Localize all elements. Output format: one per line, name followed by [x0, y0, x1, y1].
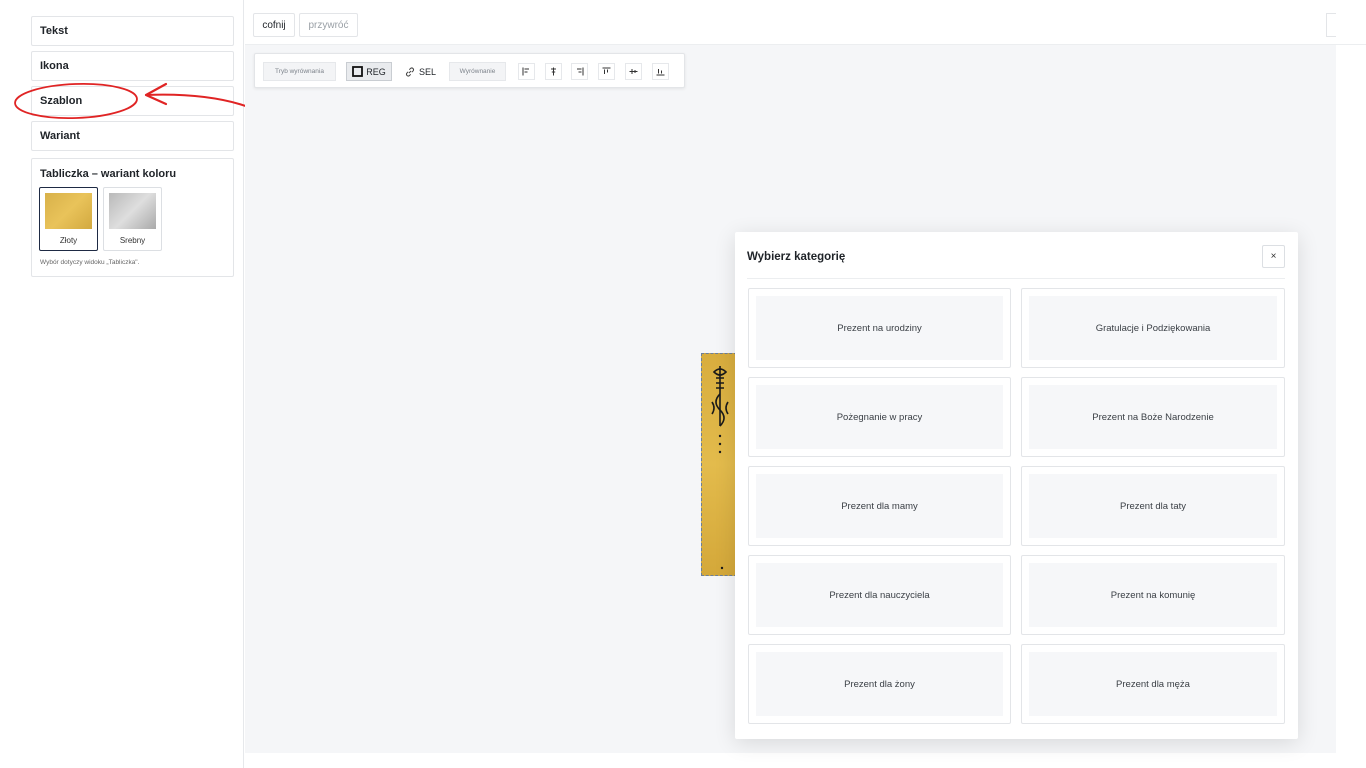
sidebar: Tekst Ikona Szablon Wariant Tabliczka – …: [0, 0, 244, 768]
panel-title: Tabliczka – wariant koloru: [40, 168, 177, 180]
category-label: Prezent na Boże Narodzenie: [1029, 385, 1277, 449]
color-variant-panel: Tabliczka – wariant koloru Złoty Srebny …: [31, 158, 234, 277]
category-grid: Prezent na urodziny Gratulacje i Podzięk…: [748, 288, 1285, 724]
category-label: Prezent dla nauczyciela: [756, 563, 1003, 627]
top-toolbar: cofnij przywróć: [245, 0, 1366, 45]
category-card[interactable]: Prezent na Boże Narodzenie: [1021, 377, 1285, 457]
category-card[interactable]: Prezent dla nauczyciela: [748, 555, 1011, 635]
category-label: Prezent na komunię: [1029, 563, 1277, 627]
bottom-gutter: [245, 753, 1366, 768]
align-center-icon[interactable]: [545, 63, 562, 80]
category-label: Prezent dla mamy: [756, 474, 1003, 538]
right-gutter: [1336, 45, 1366, 753]
panel-note: Wybór dotyczy widoku „Tabliczka".: [40, 259, 140, 266]
sel-toggle[interactable]: SEL: [399, 62, 441, 81]
redo-button[interactable]: przywróć: [299, 13, 358, 37]
category-label: Prezent dla żony: [756, 652, 1003, 716]
category-card[interactable]: Prezent dla taty: [1021, 466, 1285, 546]
swatch-gold[interactable]: Złoty: [39, 187, 98, 251]
align-left-icon[interactable]: [518, 63, 535, 80]
swatch-label: Srebny: [119, 236, 146, 245]
category-label: Gratulacje i Podziękowania: [1029, 296, 1277, 360]
alignment-toolbar: Tryb wyrównania REG SEL Wyrównanie: [254, 53, 685, 88]
modal-title: Wybierz kategorię: [747, 251, 846, 263]
category-label: Prezent na urodziny: [756, 296, 1003, 360]
sel-label: SEL: [418, 66, 436, 77]
category-card[interactable]: Prezent na urodziny: [748, 288, 1011, 368]
toolbar-edge: [1326, 13, 1336, 37]
category-card[interactable]: Prezent dla męża: [1021, 644, 1285, 724]
square-icon: [352, 66, 364, 77]
silver-chip: [109, 193, 156, 229]
align-right-icon[interactable]: [571, 63, 588, 80]
reg-label: REG: [366, 66, 386, 77]
category-label: Prezent dla taty: [1029, 474, 1277, 538]
alignment-label: Wyrównanie: [449, 62, 506, 81]
modal-divider: [747, 278, 1285, 279]
category-card[interactable]: Gratulacje i Podziękowania: [1021, 288, 1285, 368]
swatch-silver[interactable]: Srebny: [103, 187, 162, 251]
link-icon: [405, 67, 414, 76]
align-middle-icon[interactable]: [625, 63, 642, 80]
sidebar-item-variant[interactable]: Wariant: [31, 121, 234, 151]
plate-preview[interactable]: [701, 353, 737, 576]
ornament-icon: [711, 366, 729, 570]
undo-button[interactable]: cofnij: [253, 13, 295, 37]
sidebar-item-icon[interactable]: Ikona: [31, 51, 234, 81]
reg-toggle[interactable]: REG: [346, 62, 392, 81]
category-label: Pożegnanie w pracy: [756, 385, 1003, 449]
sidebar-item-template[interactable]: Szablon: [31, 86, 234, 116]
category-card[interactable]: Pożegnanie w pracy: [748, 377, 1011, 457]
alignment-mode-label: Tryb wyrównania: [263, 62, 336, 81]
category-card[interactable]: Prezent dla mamy: [748, 466, 1011, 546]
gold-chip: [45, 193, 92, 229]
align-top-icon[interactable]: [598, 63, 615, 80]
sidebar-item-text[interactable]: Tekst: [31, 16, 234, 46]
category-label: Prezent dla męża: [1029, 652, 1277, 716]
category-modal: Wybierz kategorię × Prezent na urodziny …: [735, 232, 1298, 739]
category-card[interactable]: Prezent dla żony: [748, 644, 1011, 724]
swatch-label: Złoty: [59, 236, 78, 245]
align-bottom-icon[interactable]: [652, 63, 669, 80]
category-card[interactable]: Prezent na komunię: [1021, 555, 1285, 635]
close-button[interactable]: ×: [1262, 245, 1285, 268]
